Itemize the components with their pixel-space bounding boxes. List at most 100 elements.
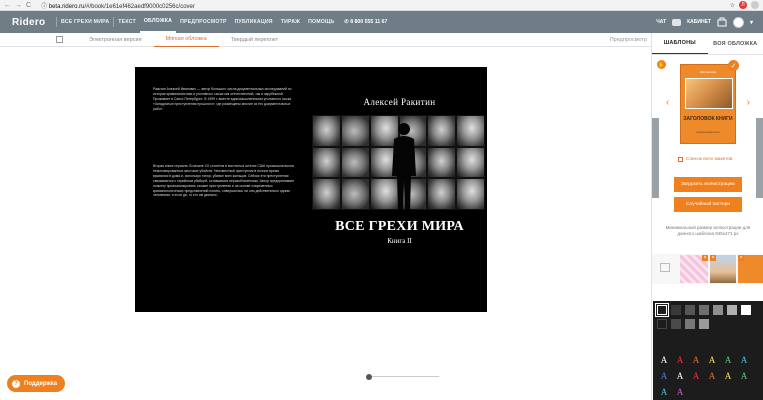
remove-icon[interactable]: × bbox=[702, 255, 708, 261]
text-color-orange-alt[interactable]: A bbox=[705, 369, 719, 383]
chevron-down-icon[interactable]: ▾ bbox=[750, 19, 753, 26]
text-color-red-alt[interactable]: A bbox=[689, 369, 703, 383]
bookmark-star-icon[interactable]: ☆ bbox=[730, 2, 735, 9]
photo-tile[interactable]: × bbox=[710, 255, 736, 283]
checkmark-icon: ✓ bbox=[728, 60, 739, 71]
color-swatch[interactable] bbox=[713, 305, 723, 315]
chevron-right-icon[interactable]: › bbox=[747, 97, 750, 108]
cover-format-toolbar: Электронная версия Мягкая обложка Тверды… bbox=[0, 33, 651, 47]
pattern-tile[interactable]: × bbox=[680, 255, 708, 283]
nav-book-title[interactable]: ВСЕ ГРЕХИ МИРА bbox=[57, 11, 113, 33]
color-swatch[interactable] bbox=[671, 319, 681, 329]
hand-pointer-icon: ✋ bbox=[657, 60, 666, 69]
all-templates-link[interactable]: Список всех макетов bbox=[678, 157, 732, 162]
phone-text: 8 800 555 11 67 bbox=[350, 19, 388, 25]
cover-illustration[interactable] bbox=[312, 115, 485, 210]
cover-workspace: Ракитин Алексей Иванович — автор большог… bbox=[0, 47, 651, 400]
main-nav: ВСЕ ГРЕХИ МИРА ТЕКСТ ОБЛОЖКА ПРЕДПРОСМОТ… bbox=[56, 11, 387, 33]
color-swatch[interactable] bbox=[699, 319, 709, 329]
ridero-logo[interactable]: Ridero bbox=[0, 17, 56, 28]
chevron-left-icon[interactable]: ‹ bbox=[666, 97, 669, 108]
cover-author[interactable]: Алексей Ракитин bbox=[312, 97, 487, 107]
prev-template-peek[interactable] bbox=[652, 118, 659, 198]
author-bio-text[interactable]: Ракитин Алексей Иванович — автор большог… bbox=[153, 87, 295, 112]
tab-ebook[interactable]: Электронная версия bbox=[77, 33, 154, 47]
zoom-slider[interactable]: + bbox=[366, 374, 440, 380]
color-swatch[interactable] bbox=[699, 305, 709, 315]
text-color-white[interactable]: A bbox=[657, 353, 671, 367]
cover-title[interactable]: ВСЕ ГРЕХИ МИРА bbox=[312, 219, 487, 235]
grid-icon bbox=[678, 157, 683, 162]
tab-softcover[interactable]: Мягкая обложка bbox=[153, 33, 219, 47]
cover-subtitle[interactable]: Книга II bbox=[312, 237, 487, 245]
zoom-handle[interactable] bbox=[366, 374, 372, 380]
face-tile bbox=[312, 146, 341, 179]
face-tile bbox=[456, 146, 485, 179]
chat-label[interactable]: ЧАТ bbox=[656, 19, 666, 25]
back-arrow-icon[interactable]: ← bbox=[4, 2, 11, 9]
text-color-cyan-alt[interactable]: A bbox=[657, 385, 671, 399]
text-color-white-alt[interactable]: A bbox=[673, 369, 687, 383]
template-subtitle-placeholder: подзаголовок книги bbox=[696, 131, 720, 134]
text-color-purple[interactable]: A bbox=[673, 385, 687, 399]
chat-icon[interactable] bbox=[672, 18, 682, 26]
menu-dots-icon[interactable] bbox=[751, 1, 759, 9]
nav-print-run[interactable]: ТИРАЖ bbox=[277, 11, 304, 33]
phone-number[interactable]: ✆ 8 800 555 11 67 bbox=[338, 19, 387, 25]
zoom-track[interactable] bbox=[368, 376, 438, 377]
orange-tile[interactable]: × bbox=[738, 255, 763, 283]
nav-text[interactable]: ТЕКСТ bbox=[114, 11, 140, 33]
face-tile bbox=[427, 178, 457, 210]
nav-cover[interactable]: ОБЛОЖКА bbox=[139, 11, 177, 33]
nav-preview[interactable]: ПРЕДПРОСМОТР bbox=[176, 11, 231, 33]
remove-icon[interactable]: × bbox=[710, 255, 716, 261]
tab-hardcover[interactable]: Твердый переплет bbox=[219, 33, 290, 47]
profile-avatar[interactable]: Л bbox=[739, 1, 747, 9]
support-button[interactable]: ? Поддержка bbox=[7, 375, 66, 392]
url-path: /#/book/1e61ef462aedf9000c0256c/cover bbox=[84, 3, 195, 10]
text-color-green-alt[interactable]: A bbox=[737, 369, 751, 383]
text-color-green[interactable]: A bbox=[721, 353, 735, 367]
preview-link[interactable]: Предпросмотр bbox=[610, 37, 647, 43]
upload-illustration-button[interactable]: Загрузить иллюстрацию bbox=[674, 177, 742, 192]
nav-publication[interactable]: ПУБЛИКАЦИЯ bbox=[231, 11, 277, 33]
cabinet-icon[interactable] bbox=[717, 17, 727, 27]
nav-help[interactable]: ПОМОЩЬ bbox=[304, 11, 338, 33]
book-annotation-text[interactable]: Вторая книга сериала. В начале XX столет… bbox=[153, 164, 295, 198]
user-avatar[interactable] bbox=[732, 16, 744, 28]
text-color-cyan[interactable]: A bbox=[737, 353, 751, 367]
face-tile bbox=[340, 146, 370, 179]
tab-own-cover[interactable]: ВОЯ ОБЛОЖКА bbox=[708, 33, 763, 54]
support-label: Поддержка bbox=[24, 380, 58, 387]
face-tile bbox=[312, 115, 341, 147]
cabinet-label[interactable]: КАБИНЕТ bbox=[687, 19, 711, 25]
tab-templates[interactable]: ШАБЛОНЫ bbox=[652, 33, 708, 54]
reload-icon[interactable]: C bbox=[26, 2, 31, 9]
background-swatches bbox=[655, 303, 761, 329]
text-color-blue[interactable]: A bbox=[657, 369, 671, 383]
zoom-max-icon[interactable]: + bbox=[438, 374, 440, 379]
template-title-placeholder: ЗАГОЛОВОК КНИГИ bbox=[683, 116, 733, 122]
color-swatch[interactable] bbox=[657, 319, 667, 329]
random-pattern-button[interactable]: Случайный паттерн bbox=[674, 197, 742, 212]
color-swatch[interactable] bbox=[727, 305, 737, 315]
text-color-yellow-alt[interactable]: A bbox=[721, 369, 735, 383]
text-color-orange[interactable]: A bbox=[689, 353, 703, 367]
forward-arrow-icon[interactable]: → bbox=[15, 2, 22, 9]
template-card[interactable]: Имя автора ЗАГОЛОВОК КНИГИ подзаголовок … bbox=[680, 60, 739, 144]
remove-icon[interactable]: × bbox=[738, 255, 744, 261]
app-header: Ridero ВСЕ ГРЕХИ МИРА ТЕКСТ ОБЛОЖКА ПРЕД… bbox=[0, 11, 763, 33]
text-color-red[interactable]: A bbox=[673, 353, 687, 367]
next-template-peek[interactable] bbox=[756, 118, 763, 198]
color-swatch[interactable] bbox=[655, 303, 669, 317]
face-tile bbox=[456, 115, 485, 147]
cover-preview[interactable]: Ракитин Алексей Иванович — автор большог… bbox=[135, 67, 487, 312]
text-color-yellow[interactable]: A bbox=[705, 353, 719, 367]
no-image-icon[interactable] bbox=[660, 263, 670, 272]
color-swatch[interactable] bbox=[685, 319, 695, 329]
color-swatch[interactable] bbox=[741, 305, 751, 315]
book-format-icon[interactable] bbox=[56, 36, 63, 43]
color-swatch[interactable] bbox=[671, 305, 681, 315]
color-swatch[interactable] bbox=[685, 305, 695, 315]
address-bar[interactable]: ⓘ beta.ridero.ru/#/book/1e61ef462aedf900… bbox=[41, 1, 195, 10]
